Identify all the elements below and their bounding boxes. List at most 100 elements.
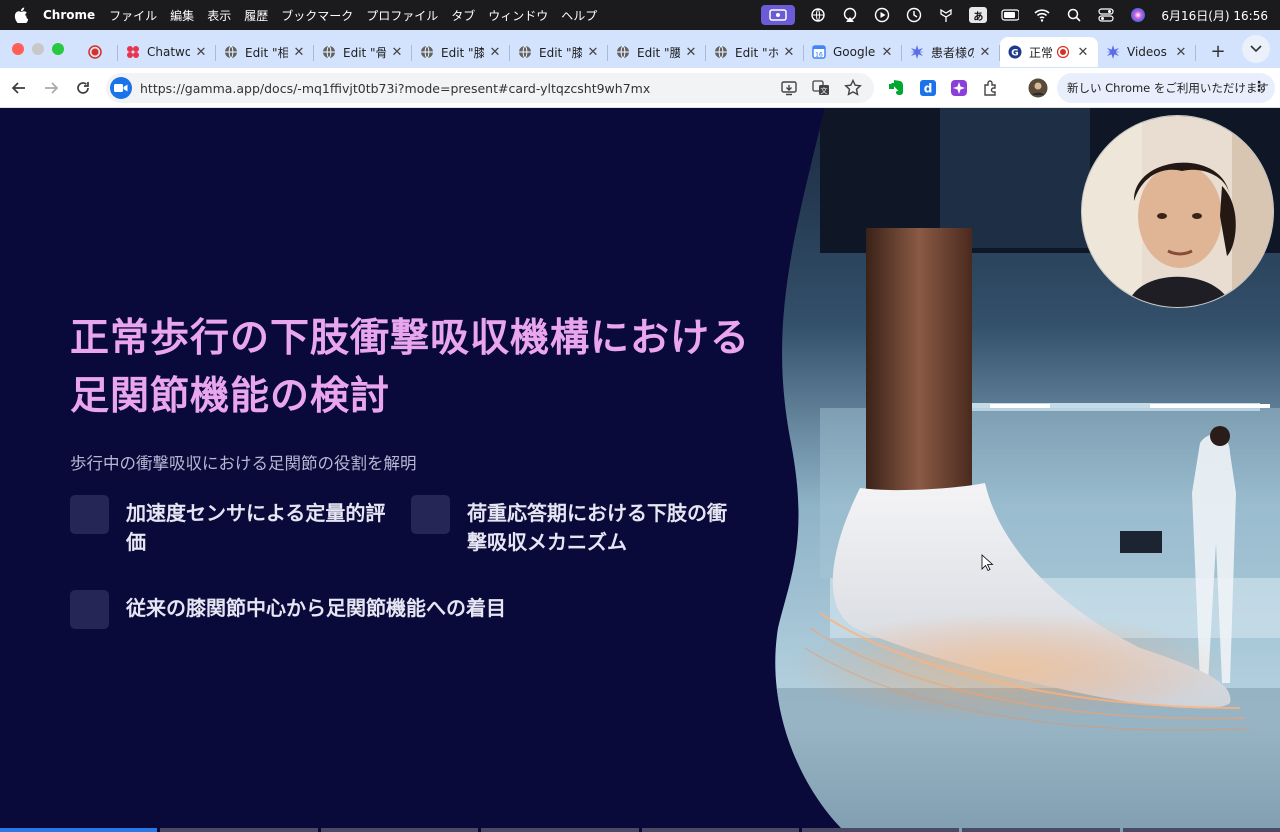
tab-close-icon[interactable]: ✕ <box>1174 45 1188 60</box>
vpn-icon[interactable] <box>809 6 827 24</box>
new-tab-button[interactable]: + <box>1204 37 1232 65</box>
video-camera-icon[interactable] <box>110 77 132 99</box>
tab-close-icon[interactable]: ✕ <box>782 45 796 60</box>
menu-view[interactable]: 表示 <box>207 7 231 24</box>
battery-icon[interactable] <box>1001 6 1020 24</box>
star-icon[interactable] <box>844 79 862 97</box>
update-label: 新しい Chrome をご利用いただけます <box>1067 81 1269 95</box>
tab-close-icon[interactable]: ✕ <box>978 45 992 60</box>
apple-icon[interactable] <box>13 7 29 23</box>
tab-title: Google <box>833 45 876 59</box>
progress-segment[interactable] <box>641 828 799 832</box>
progress-segment[interactable] <box>160 828 318 832</box>
airplay-icon[interactable] <box>841 6 859 24</box>
control-center-icon[interactable] <box>1097 6 1115 24</box>
menu-file[interactable]: ファイル <box>109 7 157 24</box>
tab-edit-6[interactable]: Edit "ホ ✕ <box>706 37 804 67</box>
forward-button[interactable] <box>37 74 65 102</box>
record-icon <box>87 45 102 59</box>
screen-record-icon[interactable] <box>761 5 796 25</box>
browser-toolbar: https://gamma.app/docs/-mq1ffivjt0tb73i?… <box>0 68 1280 108</box>
spotlight-icon[interactable] <box>1065 6 1083 24</box>
webcam-overlay[interactable] <box>1081 115 1274 308</box>
siri-icon[interactable] <box>1129 6 1147 24</box>
bullet-item: 荷重応答期における下肢の衝撃吸収メカニズム <box>411 495 741 557</box>
close-window-button[interactable] <box>12 43 24 55</box>
chrome-update-button[interactable]: 新しい Chrome をご利用いただけます ⋮ <box>1057 73 1275 103</box>
slide-title: 正常歩行の下肢衝撃吸収機構における足関節機能の検討 <box>70 316 751 419</box>
tab-edit-3[interactable]: Edit "膝 ✕ <box>412 37 510 67</box>
google-calendar-icon: 16 <box>812 45 826 59</box>
slide-progress-bar[interactable] <box>0 828 1280 832</box>
tie-icon[interactable] <box>937 6 955 24</box>
reload-icon <box>77 81 89 94</box>
tab-close-icon[interactable]: ✕ <box>194 45 208 60</box>
progress-segment[interactable] <box>962 828 1120 832</box>
bullet-text: 従来の膝関節中心から足関節機能への着目 <box>126 596 506 620</box>
tab-close-icon[interactable]: ✕ <box>390 45 404 60</box>
tab-title: Edit "膝 <box>539 45 582 60</box>
tab-title: Edit "相 <box>245 45 288 60</box>
input-method-icon[interactable]: あ <box>969 7 988 23</box>
menu-edit[interactable]: 編集 <box>170 7 194 24</box>
tab-gamma-active[interactable]: G 正常 ✕ <box>1000 37 1098 67</box>
progress-segment[interactable] <box>801 828 960 832</box>
progress-segment[interactable] <box>1122 828 1280 832</box>
progress-segment[interactable] <box>0 828 158 832</box>
more-menu-icon[interactable]: ⋮ <box>1252 79 1266 95</box>
time-machine-icon[interactable] <box>905 6 923 24</box>
globe-icon <box>322 45 336 59</box>
svg-text:16: 16 <box>815 52 823 59</box>
tab-close-icon[interactable]: ✕ <box>292 45 306 60</box>
profile-avatar[interactable] <box>1028 78 1048 98</box>
tab-close-icon[interactable]: ✕ <box>586 45 600 60</box>
dictionary-extension-icon[interactable]: d <box>918 78 938 98</box>
tab-chatwoot[interactable]: Chatwo ✕ <box>118 37 216 67</box>
tab-search-button[interactable] <box>1242 35 1270 63</box>
menu-clock[interactable]: 6月16日(月) 16:56 <box>1161 7 1268 24</box>
chevron-down-icon <box>1250 45 1262 53</box>
menu-bookmarks[interactable]: ブックマーク <box>281 7 353 24</box>
tab-title: 患者様の <box>931 45 974 60</box>
menu-profiles[interactable]: プロファイル <box>366 7 438 24</box>
evernote-extension-icon[interactable] <box>886 78 906 98</box>
tab-patient[interactable]: 患者様の ✕ <box>902 37 1000 67</box>
extensions-puzzle-icon[interactable] <box>981 78 1001 98</box>
tab-videos[interactable]: Videos ✕ <box>1098 37 1196 67</box>
tab-close-icon[interactable]: ✕ <box>684 45 698 60</box>
tab-close-icon[interactable]: ✕ <box>488 45 502 60</box>
tab-record[interactable] <box>78 37 118 67</box>
wifi-icon[interactable] <box>1033 6 1051 24</box>
tab-close-icon[interactable]: ✕ <box>880 45 894 60</box>
tab-edit-1[interactable]: Edit "相 ✕ <box>216 37 314 67</box>
sparkle-icon <box>910 45 924 59</box>
globe-icon <box>420 45 434 59</box>
address-bar[interactable]: https://gamma.app/docs/-mq1ffivjt0tb73i?… <box>106 73 874 103</box>
gamma-icon: G <box>1008 45 1022 59</box>
minimize-window-button[interactable] <box>32 43 44 55</box>
globe-icon <box>616 45 630 59</box>
menu-history[interactable]: 履歴 <box>244 7 268 24</box>
tab-edit-4[interactable]: Edit "膝 ✕ <box>510 37 608 67</box>
install-app-icon[interactable] <box>780 79 798 97</box>
ai-extension-icon[interactable] <box>949 78 969 98</box>
menu-tab[interactable]: タブ <box>451 7 475 24</box>
url-text[interactable]: https://gamma.app/docs/-mq1ffivjt0tb73i?… <box>140 81 650 96</box>
menu-help[interactable]: ヘルプ <box>561 7 597 24</box>
tab-title: Chatwo <box>147 45 190 59</box>
tab-title: Edit "腰 <box>637 45 680 60</box>
tab-edit-2[interactable]: Edit "骨 ✕ <box>314 37 412 67</box>
back-button[interactable] <box>5 74 33 102</box>
zoom-window-button[interactable] <box>52 43 64 55</box>
menu-window[interactable]: ウィンドウ <box>488 7 548 24</box>
tab-edit-5[interactable]: Edit "腰 ✕ <box>608 37 706 67</box>
play-icon[interactable] <box>873 6 891 24</box>
progress-segment[interactable] <box>481 828 639 832</box>
tab-close-icon[interactable]: ✕ <box>1076 45 1090 60</box>
translate-icon[interactable]: 文 <box>812 79 830 97</box>
tab-title: Edit "骨 <box>343 45 386 60</box>
tab-google-calendar[interactable]: 16 Google ✕ <box>804 37 902 67</box>
menu-app-name[interactable]: Chrome <box>43 8 95 22</box>
progress-segment[interactable] <box>320 828 479 832</box>
reload-button[interactable] <box>69 74 97 102</box>
